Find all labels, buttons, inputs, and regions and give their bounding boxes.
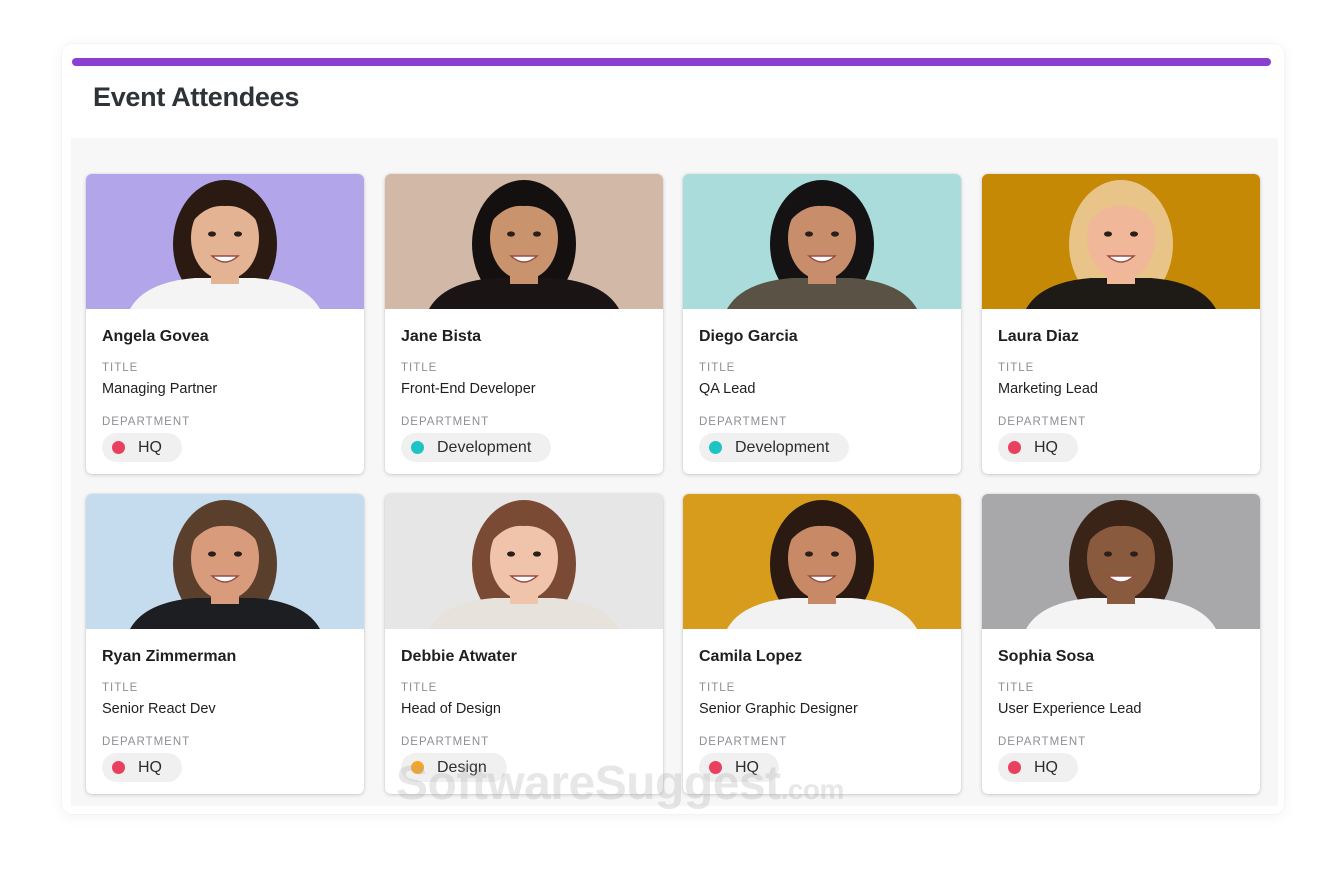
- attendee-name: Diego Garcia: [699, 328, 798, 345]
- department-label: DEPARTMENT: [401, 736, 490, 748]
- department-dot-icon: [112, 761, 125, 774]
- attendee-title: Managing Partner: [102, 381, 218, 397]
- department-badge: Design: [401, 753, 507, 782]
- attendee-title: Head of Design: [401, 701, 501, 717]
- title-label: TITLE: [401, 682, 438, 694]
- attendee-card[interactable]: Jane Bista TITLE Front-End Developer DEP…: [385, 174, 663, 474]
- attendee-name: Laura Diaz: [998, 328, 1079, 345]
- department-name: HQ: [138, 438, 162, 456]
- attendee-card[interactable]: Camila Lopez TITLE Senior Graphic Design…: [683, 494, 961, 794]
- attendee-gallery: Angela Govea TITLE Managing Partner DEPA…: [71, 138, 1278, 806]
- department-label: DEPARTMENT: [401, 416, 490, 428]
- portrait-icon: [130, 500, 320, 629]
- department-name: Design: [437, 758, 487, 776]
- attendee-name: Debbie Atwater: [401, 648, 517, 665]
- attendee-card[interactable]: Sophia Sosa TITLE User Experience Lead D…: [982, 494, 1260, 794]
- attendee-card[interactable]: Laura Diaz TITLE Marketing Lead DEPARTME…: [982, 174, 1260, 474]
- title-label: TITLE: [998, 362, 1035, 374]
- portrait-icon: [1026, 500, 1216, 629]
- attendee-card[interactable]: Diego Garcia TITLE QA Lead DEPARTMENT De…: [683, 174, 961, 474]
- department-badge: HQ: [998, 433, 1078, 462]
- attendee-name: Ryan Zimmerman: [102, 648, 237, 665]
- department-badge: HQ: [102, 753, 182, 782]
- attendee-title: QA Lead: [699, 381, 756, 397]
- portrait-icon: [727, 180, 917, 309]
- title-label: TITLE: [401, 362, 438, 374]
- department-name: HQ: [138, 758, 162, 776]
- attendee-photo: [86, 494, 364, 629]
- attendee-photo: [683, 174, 961, 309]
- department-name: Development: [735, 438, 830, 456]
- department-dot-icon: [411, 761, 424, 774]
- department-label: DEPARTMENT: [102, 736, 191, 748]
- department-name: HQ: [735, 758, 759, 776]
- department-label: DEPARTMENT: [102, 416, 191, 428]
- attendee-title: Marketing Lead: [998, 381, 1098, 397]
- attendee-title: Front-End Developer: [401, 381, 536, 397]
- attendee-photo: [982, 174, 1260, 309]
- attendee-name: Angela Govea: [102, 328, 209, 345]
- department-label: DEPARTMENT: [998, 416, 1087, 428]
- department-name: HQ: [1034, 438, 1058, 456]
- department-dot-icon: [709, 761, 722, 774]
- attendee-photo: [683, 494, 961, 629]
- title-label: TITLE: [998, 682, 1035, 694]
- attendee-title: User Experience Lead: [998, 701, 1142, 717]
- portrait-icon: [130, 180, 320, 309]
- department-badge: Development: [401, 433, 552, 462]
- attendee-photo: [385, 174, 663, 309]
- department-label: DEPARTMENT: [699, 736, 788, 748]
- title-label: TITLE: [102, 682, 139, 694]
- attendee-name: Jane Bista: [401, 328, 482, 345]
- page-title: Event Attendees: [93, 82, 300, 112]
- portrait-icon: [1026, 180, 1216, 309]
- department-dot-icon: [1008, 441, 1021, 454]
- attendee-photo: [385, 494, 663, 629]
- attendee-title: Senior Graphic Designer: [699, 701, 858, 717]
- department-badge: HQ: [699, 753, 779, 782]
- attendee-name: Sophia Sosa: [998, 648, 1095, 665]
- department-dot-icon: [1008, 761, 1021, 774]
- title-label: TITLE: [699, 682, 736, 694]
- department-dot-icon: [411, 441, 424, 454]
- department-name: HQ: [1034, 758, 1058, 776]
- attendee-photo: [982, 494, 1260, 629]
- attendee-name: Camila Lopez: [699, 648, 803, 665]
- department-badge: HQ: [998, 753, 1078, 782]
- department-badge: HQ: [102, 433, 182, 462]
- accent-bar: [72, 58, 1271, 66]
- portrait-icon: [429, 500, 619, 629]
- attendee-card[interactable]: Angela Govea TITLE Managing Partner DEPA…: [86, 174, 364, 474]
- attendee-photo: [86, 174, 364, 309]
- department-label: DEPARTMENT: [998, 736, 1087, 748]
- attendee-title: Senior React Dev: [102, 701, 216, 717]
- department-dot-icon: [112, 441, 125, 454]
- title-label: TITLE: [699, 362, 736, 374]
- portrait-icon: [429, 180, 619, 309]
- department-name: Development: [437, 438, 532, 456]
- attendees-panel: Event Attendees Angela Govea TITLE Manag…: [62, 44, 1284, 814]
- attendee-card[interactable]: Ryan Zimmerman TITLE Senior React Dev DE…: [86, 494, 364, 794]
- portrait-icon: [727, 500, 917, 629]
- title-label: TITLE: [102, 362, 139, 374]
- department-dot-icon: [709, 441, 722, 454]
- department-label: DEPARTMENT: [699, 416, 788, 428]
- department-badge: Development: [699, 433, 850, 462]
- attendee-card[interactable]: Debbie Atwater TITLE Head of Design DEPA…: [385, 494, 663, 794]
